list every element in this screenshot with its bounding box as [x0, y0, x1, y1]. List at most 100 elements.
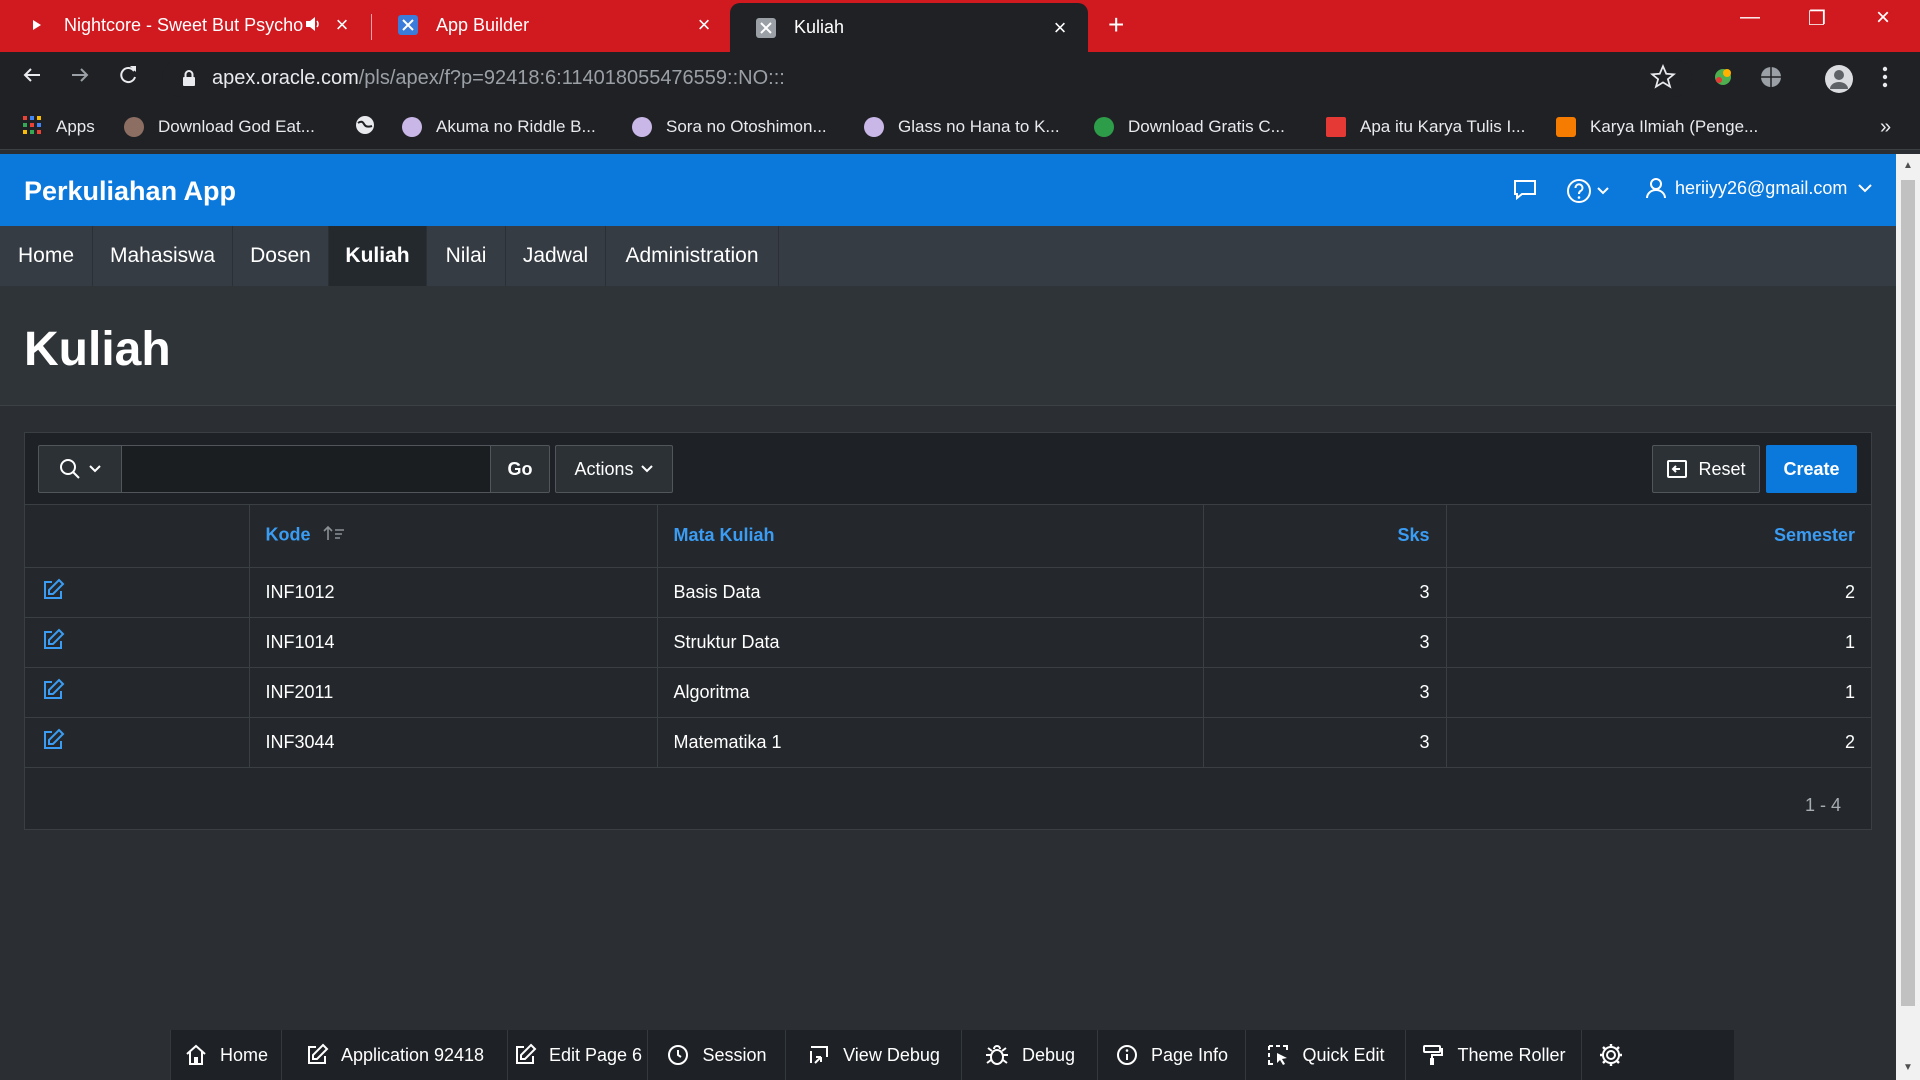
browser-tab-kuliah[interactable]: Kuliah ×	[730, 3, 1088, 52]
bookmarks-bar: Apps Download God Eat... Akuma no Riddle…	[0, 102, 1920, 150]
create-button[interactable]: Create	[1766, 445, 1857, 493]
help-menu-button[interactable]	[1566, 178, 1610, 204]
nav-nilai[interactable]: Nilai	[427, 226, 506, 286]
speaker-icon[interactable]	[304, 15, 322, 38]
bookmarks-overflow-button[interactable]: »	[1880, 114, 1891, 140]
extension-icon[interactable]	[1710, 64, 1738, 92]
dev-application-button[interactable]: Application 92418	[282, 1030, 508, 1080]
apex-icon	[756, 17, 776, 38]
view-debug-icon	[810, 1046, 829, 1064]
table-row: INF3044 Matematika 1 3 2	[25, 717, 1871, 768]
user-icon	[1646, 178, 1666, 199]
gear-icon	[1600, 1044, 1622, 1066]
back-icon[interactable]	[18, 63, 46, 91]
go-button[interactable]: Go	[491, 445, 550, 493]
bookmark-apps[interactable]: Apps	[22, 114, 95, 140]
bookmark-globe[interactable]	[354, 114, 376, 140]
column-label: Kode	[265, 524, 311, 545]
site-favicon	[864, 117, 884, 137]
nav-dosen[interactable]: Dosen	[233, 226, 329, 286]
reset-button[interactable]: Reset	[1652, 445, 1760, 493]
site-favicon	[124, 117, 144, 137]
scroll-down-icon[interactable]: ▼	[1896, 1058, 1920, 1078]
dev-view-debug-button[interactable]: View Debug	[786, 1030, 962, 1080]
scroll-up-icon[interactable]: ▲	[1896, 156, 1920, 176]
bookmark-download-gratis[interactable]: Download Gratis C...	[1094, 114, 1285, 140]
close-tab-icon[interactable]: ×	[330, 13, 354, 37]
dev-settings-button[interactable]	[1582, 1030, 1652, 1080]
top-navigation: Home Mahasiswa Dosen Kuliah Nilai Jadwal…	[0, 226, 1896, 286]
page-scrollbar[interactable]: ▲ ▼	[1896, 154, 1920, 1080]
cell-sks: 3	[1203, 567, 1447, 618]
profile-avatar-icon[interactable]	[1824, 64, 1853, 93]
bookmark-glass-no-hana[interactable]: Glass no Hana to K...	[864, 114, 1060, 140]
dev-label: Edit Page 6	[548, 1044, 643, 1065]
url-field[interactable]: apex.oracle.com/pls/apex/f?p=92418:6:114…	[162, 59, 1692, 97]
help-icon	[1567, 179, 1591, 203]
dev-quick-edit-button[interactable]: Quick Edit	[1246, 1030, 1406, 1080]
paint-roller-icon	[1423, 1045, 1444, 1065]
actions-menu-button[interactable]: Actions	[555, 445, 673, 493]
new-tab-icon[interactable]: +	[1108, 11, 1124, 39]
main-content: Go Actions Reset Create Kode Mata Kuliah…	[0, 406, 1896, 1030]
close-tab-icon[interactable]: ×	[1048, 16, 1072, 40]
user-menu[interactable]: heriiyy26@gmail.com	[1645, 176, 1881, 200]
nav-home[interactable]: Home	[0, 226, 93, 286]
column-header-semester[interactable]: Semester	[1446, 505, 1871, 568]
cell-sks: 3	[1203, 617, 1447, 668]
browser-menu-icon[interactable]	[1872, 64, 1900, 92]
edit-icon	[307, 1043, 329, 1064]
close-tab-icon[interactable]: ×	[692, 13, 716, 37]
dev-home-button[interactable]: Home	[170, 1030, 282, 1080]
bookmark-akuma-no-riddle[interactable]: Akuma no Riddle B...	[402, 114, 596, 140]
dev-edit-page-button[interactable]: Edit Page 6	[508, 1030, 648, 1080]
actions-label: Actions	[574, 458, 634, 479]
cell-kode: INF1014	[249, 617, 658, 668]
search-column-button[interactable]	[38, 445, 122, 493]
restore-icon[interactable]: ❐	[1808, 6, 1826, 31]
bookmark-karya-tulis[interactable]: Apa itu Karya Tulis I...	[1326, 114, 1525, 140]
cell-mata-kuliah: Basis Data	[657, 567, 1204, 618]
edit-cell	[25, 617, 250, 668]
nav-administration[interactable]: Administration	[606, 226, 779, 286]
edit-cell	[25, 567, 250, 618]
edit-column-header	[25, 505, 250, 568]
search-input[interactable]	[122, 445, 491, 493]
bookmark-karya-ilmiah[interactable]: Karya Ilmiah (Penge...	[1556, 114, 1758, 140]
scroll-thumb[interactable]	[1901, 180, 1915, 1006]
column-header-kode[interactable]: Kode	[249, 505, 658, 568]
bookmark-sora-no-otoshimono[interactable]: Sora no Otoshimon...	[632, 114, 827, 140]
nav-kuliah[interactable]: Kuliah	[329, 226, 427, 286]
edit-icon[interactable]	[41, 578, 65, 606]
bookmark-god-eater[interactable]: Download God Eat...	[124, 114, 315, 140]
nav-mahasiswa[interactable]: Mahasiswa	[93, 226, 233, 286]
dev-page-info-button[interactable]: Page Info	[1098, 1030, 1246, 1080]
cell-semester: 2	[1446, 717, 1871, 768]
edit-icon[interactable]	[41, 678, 65, 706]
minimize-icon[interactable]: —	[1740, 6, 1760, 29]
column-header-sks[interactable]: Sks	[1203, 505, 1447, 568]
dev-theme-roller-button[interactable]: Theme Roller	[1406, 1030, 1582, 1080]
reload-icon[interactable]	[114, 63, 142, 91]
edit-icon[interactable]	[41, 628, 65, 656]
cell-mata-kuliah: Algoritma	[657, 667, 1204, 718]
bug-icon	[985, 1045, 1008, 1065]
close-window-icon[interactable]: ×	[1876, 4, 1890, 32]
nav-jadwal[interactable]: Jadwal	[506, 226, 606, 286]
browser-tab-app-builder[interactable]: App Builder ×	[372, 0, 732, 50]
edit-icon[interactable]	[41, 728, 65, 756]
feedback-icon[interactable]	[1512, 178, 1538, 207]
quick-edit-icon	[1268, 1045, 1289, 1065]
column-header-mata-kuliah[interactable]: Mata Kuliah	[657, 505, 1204, 568]
app-logo[interactable]: Perkuliahan App	[24, 176, 236, 207]
bookmark-star-icon[interactable]	[1649, 63, 1678, 92]
sort-ascending-icon	[322, 524, 346, 547]
dev-session-button[interactable]: Session	[648, 1030, 786, 1080]
cell-semester: 1	[1446, 617, 1871, 668]
globe-extension-icon[interactable]	[1758, 64, 1786, 92]
bookmark-label: Download Gratis C...	[1128, 117, 1285, 136]
cell-semester: 2	[1446, 567, 1871, 618]
browser-tab-nightcore[interactable]: Nightcore - Sweet But Psycho ×	[0, 0, 370, 50]
dev-debug-button[interactable]: Debug	[962, 1030, 1098, 1080]
forward-icon[interactable]	[66, 63, 94, 91]
